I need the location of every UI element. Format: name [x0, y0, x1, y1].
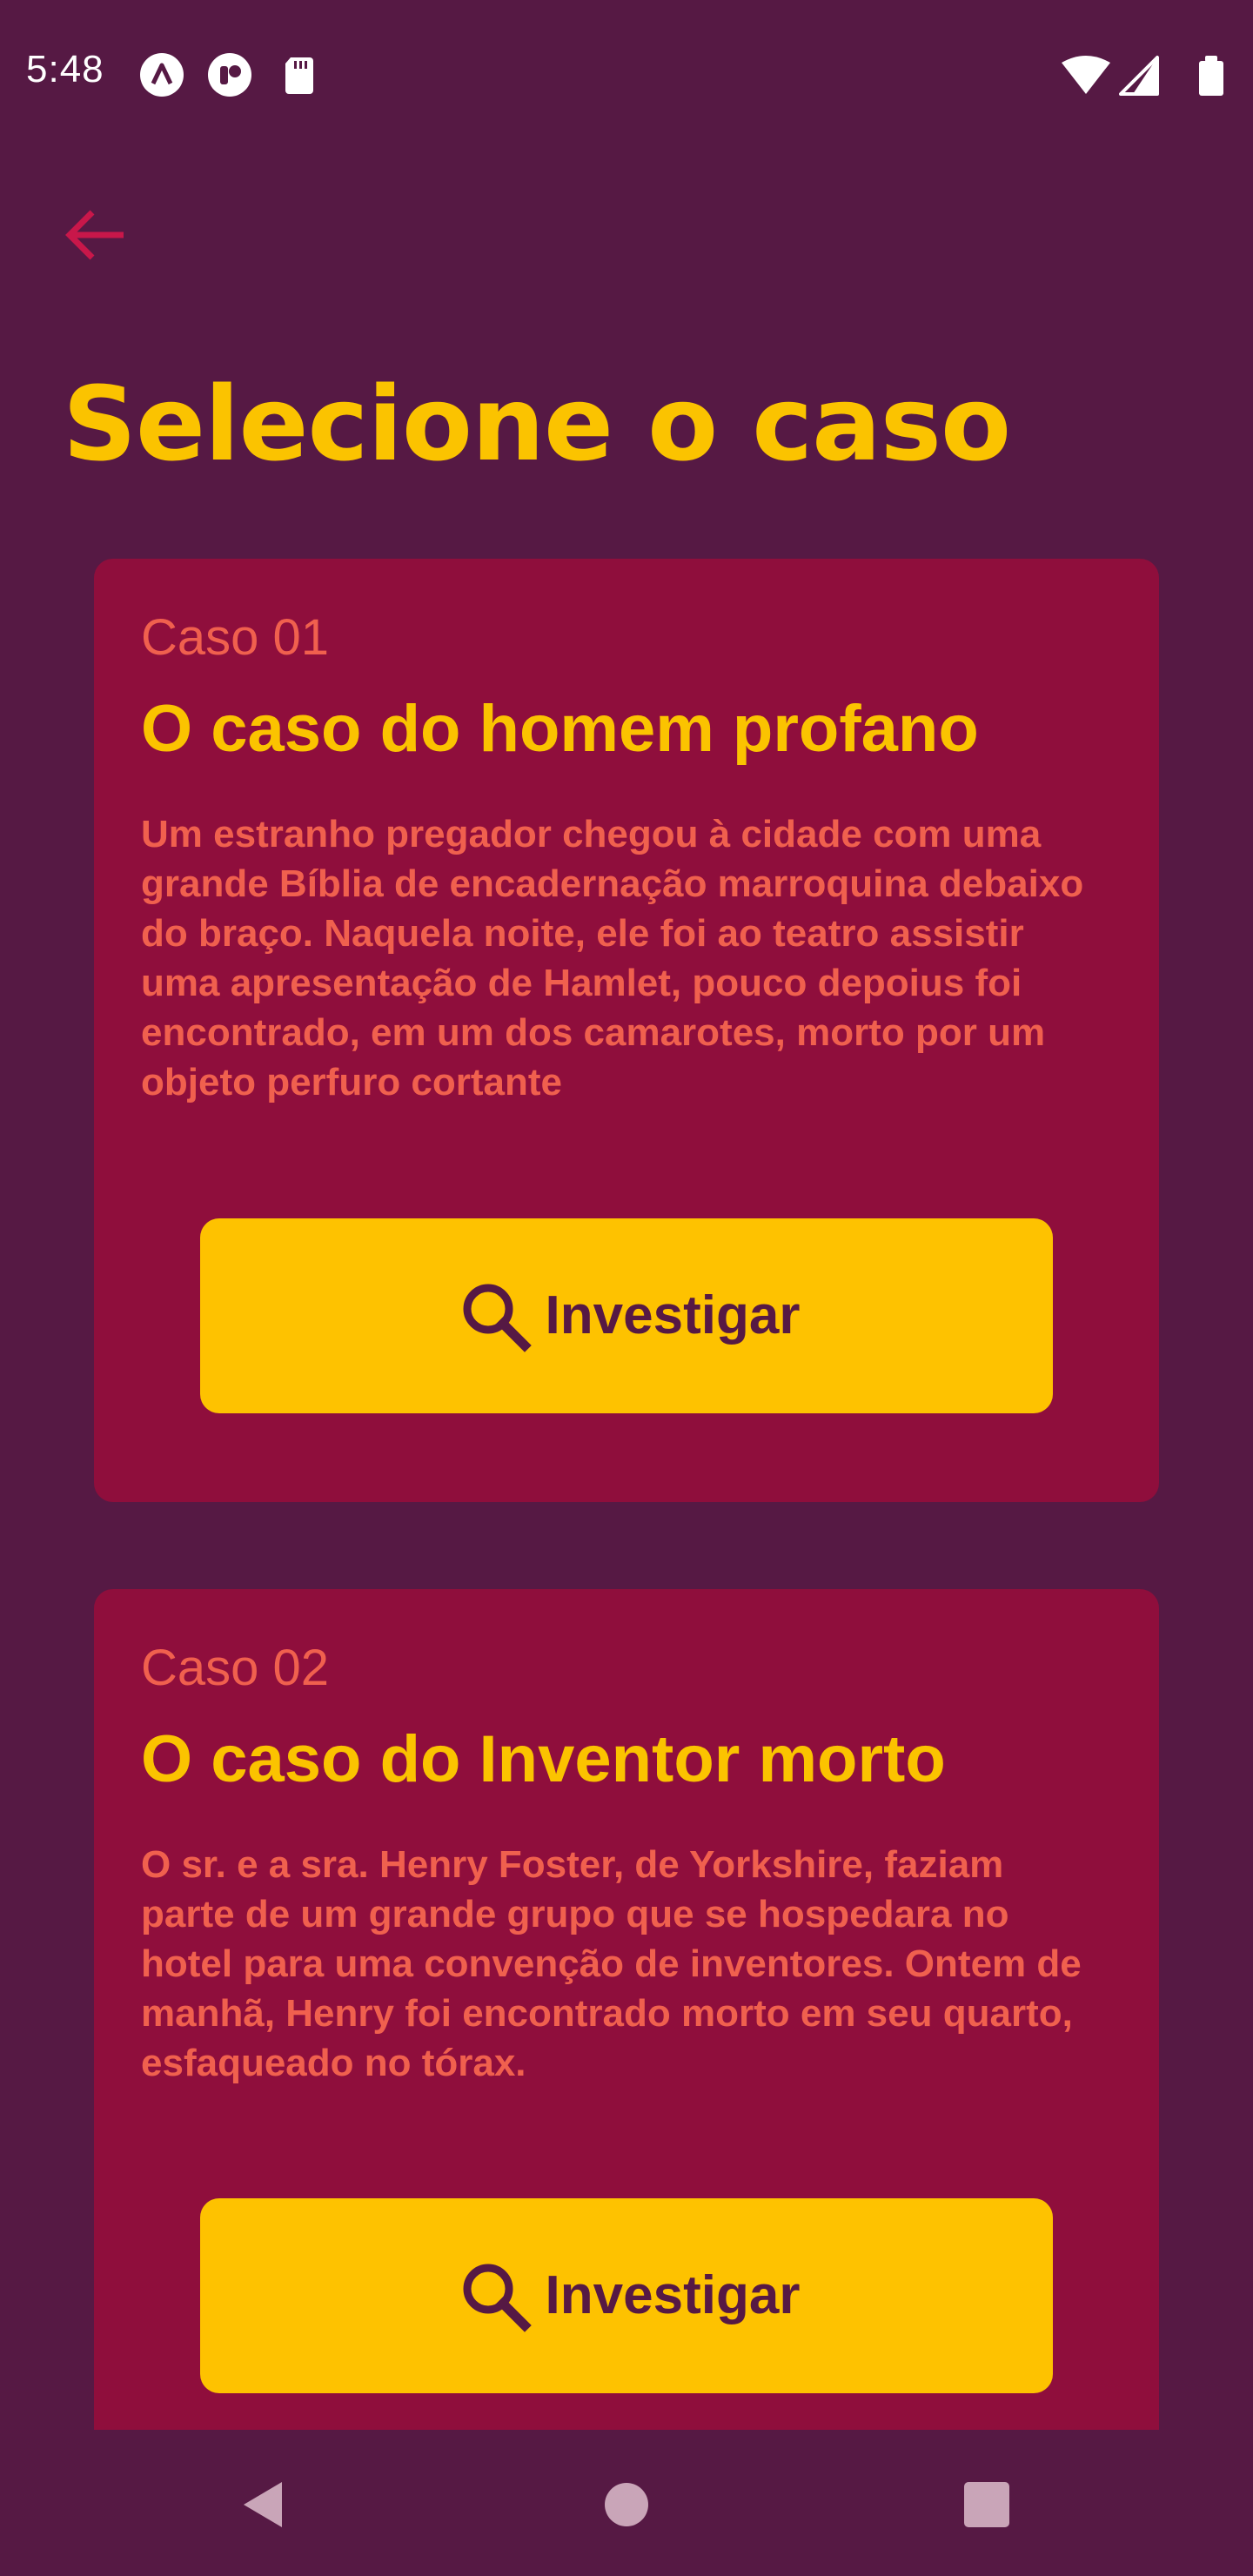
- search-icon: [463, 2264, 532, 2332]
- case-number: Caso 02: [141, 1640, 330, 1696]
- back-triangle-icon[interactable]: [221, 2463, 305, 2546]
- case-title: O caso do homem profano: [141, 692, 979, 766]
- investigate-button[interactable]: Investigar: [200, 2198, 1053, 2393]
- case-card: Caso 02 O caso do Inventor morto O sr. e…: [94, 1589, 1159, 2459]
- wifi-icon: [1062, 56, 1110, 94]
- back-button[interactable]: [54, 193, 137, 277]
- status-time: 5:48: [26, 48, 104, 91]
- investigate-button-label: Investigar: [545, 2265, 801, 2325]
- case-description: O sr. e a sra. Henry Foster, de Yorkshir…: [141, 1843, 1082, 2084]
- status-bar: 5:48: [0, 0, 1253, 148]
- sd-card-icon: [285, 57, 313, 94]
- app-notification-icon: [208, 53, 251, 97]
- case-number: Caso 01: [141, 609, 330, 666]
- investigate-button-label: Investigar: [545, 1285, 801, 1345]
- recents-square-icon[interactable]: [945, 2463, 1029, 2546]
- case-description: Um estranho pregador chegou à cidade com…: [141, 813, 1084, 1104]
- battery-icon: [1199, 56, 1223, 96]
- home-circle-icon[interactable]: [585, 2463, 668, 2546]
- navigation-bar: [0, 2430, 1253, 2576]
- page-title: Selecione o caso: [63, 364, 1011, 484]
- investigate-button[interactable]: Investigar: [200, 1218, 1053, 1413]
- autofill-icon: [140, 53, 184, 97]
- arrow-left-icon: [65, 210, 124, 260]
- status-right-icons: [1062, 56, 1223, 96]
- case-title: O caso do Inventor morto: [141, 1722, 946, 1796]
- case-card: Caso 01 O caso do homem profano Um estra…: [94, 559, 1159, 1502]
- search-icon: [463, 1284, 532, 1352]
